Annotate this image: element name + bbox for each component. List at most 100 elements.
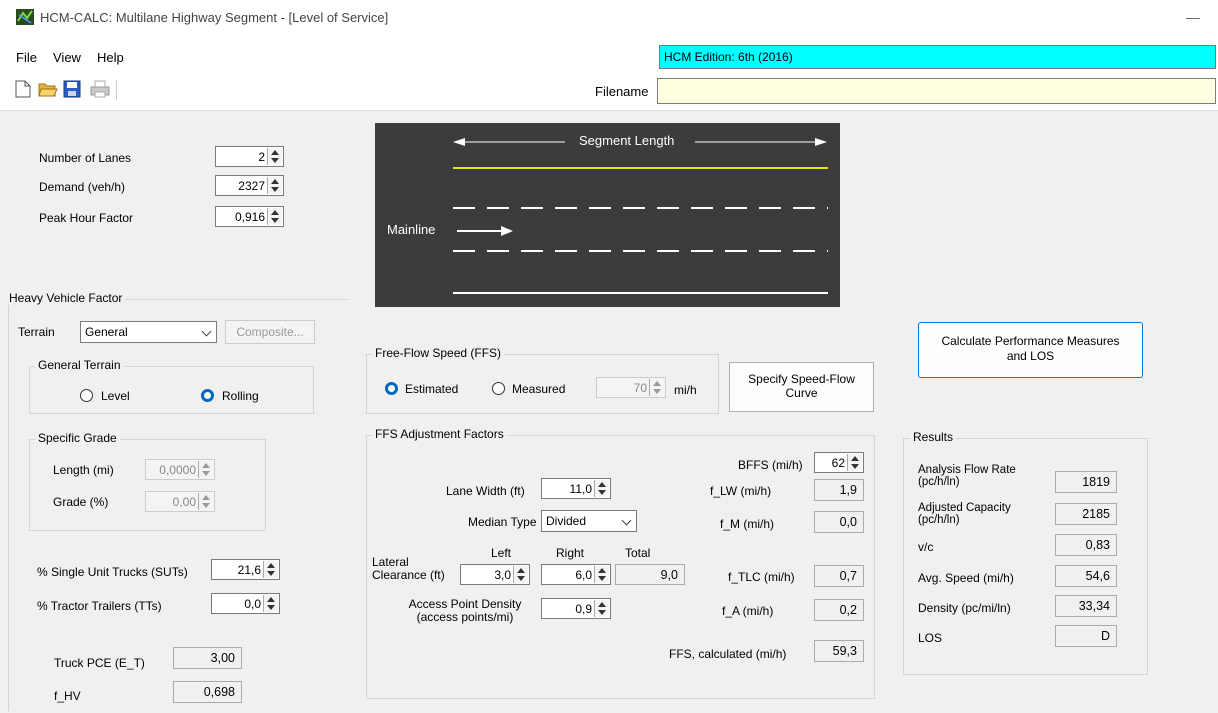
lanes-spinner[interactable]: 2 xyxy=(215,146,284,167)
median-type-label: Median Type xyxy=(468,515,537,529)
density-label: Density (pc/mi/ln) xyxy=(918,601,1011,615)
fm-value: 0,0 xyxy=(814,511,864,533)
estimated-label[interactable]: Estimated xyxy=(405,382,458,396)
grade-length-label: Length (mi) xyxy=(53,463,114,477)
pce-label: Truck PCE (E_T) xyxy=(54,656,145,670)
grade-length-spin-buttons[interactable] xyxy=(198,461,213,478)
segment-length-label: Segment Length xyxy=(579,133,675,148)
rolling-radio[interactable] xyxy=(201,389,214,402)
terrain-select[interactable]: General xyxy=(80,321,217,343)
menu-help[interactable]: Help xyxy=(97,50,124,65)
composite-button[interactable]: Composite... xyxy=(225,320,315,344)
minimize-button[interactable]: — xyxy=(1178,6,1208,28)
measured-ffs-spin-buttons[interactable] xyxy=(649,379,664,396)
avg-speed-value: 54,6 xyxy=(1055,565,1117,587)
phf-spinner[interactable]: 0,916 xyxy=(215,206,284,227)
save-icon[interactable] xyxy=(63,80,81,98)
level-radio[interactable] xyxy=(80,389,93,402)
right-clearance-spinner[interactable]: 6,0 xyxy=(541,564,611,585)
bffs-spinner[interactable]: 62 xyxy=(814,452,864,473)
demand-spinner[interactable]: 2327 xyxy=(215,175,284,196)
measured-label[interactable]: Measured xyxy=(512,382,565,396)
demand-label: Demand (veh/h) xyxy=(39,180,126,194)
estimated-radio[interactable] xyxy=(385,382,398,395)
access-point-spinner[interactable]: 0,9 xyxy=(541,598,611,619)
flw-label: f_LW (mi/h) xyxy=(710,484,772,498)
level-label[interactable]: Level xyxy=(101,389,130,403)
window-title: HCM-CALC: Multilane Highway Segment - [L… xyxy=(40,10,389,25)
measured-ffs-value: 70 xyxy=(633,381,647,395)
lanes-spin-buttons[interactable] xyxy=(267,148,282,165)
grade-pct-spinner[interactable]: 0,00 xyxy=(145,491,215,512)
new-file-icon[interactable] xyxy=(15,80,31,98)
tt-value: 0,0 xyxy=(244,597,261,611)
tt-spinner[interactable]: 0,0 xyxy=(211,593,280,614)
sut-spin-buttons[interactable] xyxy=(263,561,278,578)
app-icon xyxy=(16,9,34,25)
lane-width-spinner[interactable]: 11,0 xyxy=(541,478,611,499)
open-folder-icon[interactable] xyxy=(38,80,58,98)
median-type-select[interactable]: Divided xyxy=(541,510,637,532)
ftlc-value: 0,7 xyxy=(814,565,864,587)
grade-length-spinner[interactable]: 0,0000 xyxy=(145,459,215,480)
title-bar: HCM-CALC: Multilane Highway Segment - [L… xyxy=(0,0,1218,42)
chevron-down-icon xyxy=(621,515,632,526)
measured-ffs-spinner[interactable]: 70 xyxy=(596,377,666,398)
fhv-label: f_HV xyxy=(54,689,81,703)
right-label: Right xyxy=(556,546,585,560)
filename-field[interactable] xyxy=(657,78,1216,104)
tt-spin-buttons[interactable] xyxy=(263,595,278,612)
phf-label: Peak Hour Factor xyxy=(39,211,134,225)
left-clearance-spinner[interactable]: 3,0 xyxy=(460,564,530,585)
grade-pct-label: Grade (%) xyxy=(53,495,109,509)
filename-label: Filename xyxy=(595,84,649,99)
access-point-spin-buttons[interactable] xyxy=(594,600,609,617)
vc-value: 0,83 xyxy=(1055,534,1117,556)
ffs-adjustment-title: FFS Adjustment Factors xyxy=(372,427,507,441)
tt-label: % Tractor Trailers (TTs) xyxy=(37,599,162,613)
left-label: Left xyxy=(491,546,512,560)
access-point-value: 0,9 xyxy=(575,602,592,616)
specific-grade-group xyxy=(29,439,266,531)
demand-value: 2327 xyxy=(238,179,265,193)
density-value: 33,34 xyxy=(1055,595,1117,617)
calculate-button[interactable]: Calculate Performance Measures and LOS xyxy=(918,322,1143,378)
los-label: LOS xyxy=(918,631,943,645)
right-clearance-spin-buttons[interactable] xyxy=(594,566,609,583)
demand-spin-buttons[interactable] xyxy=(267,177,282,194)
results-title: Results xyxy=(910,430,957,444)
ffs-calculated-value: 59,3 xyxy=(814,640,864,662)
specific-grade-title: Specific Grade xyxy=(35,431,120,445)
grade-length-value: 0,0000 xyxy=(159,463,196,477)
sut-spinner[interactable]: 21,6 xyxy=(211,559,280,580)
rolling-label[interactable]: Rolling xyxy=(222,389,259,403)
lane-width-spin-buttons[interactable] xyxy=(594,480,609,497)
bffs-spin-buttons[interactable] xyxy=(847,454,862,471)
fhv-value: 0,698 xyxy=(173,681,242,703)
lanes-value: 2 xyxy=(258,150,265,164)
menu-file[interactable]: File xyxy=(16,50,37,65)
sut-label: % Single Unit Trucks (SUTs) xyxy=(37,565,188,579)
fa-label: f_A (mi/h) xyxy=(722,604,774,618)
access-point-label: Access Point Density (access points/mi) xyxy=(408,597,522,624)
general-terrain-title: General Terrain xyxy=(35,358,124,372)
phf-spin-buttons[interactable] xyxy=(267,208,282,225)
speed-flow-curve-button[interactable]: Specify Speed-Flow Curve xyxy=(729,362,874,412)
toolbar-separator xyxy=(116,80,117,100)
mainline-label: Mainline xyxy=(387,222,436,237)
menu-view[interactable]: View xyxy=(53,50,81,65)
ffs-title: Free-Flow Speed (FFS) xyxy=(372,346,505,360)
chevron-down-icon xyxy=(201,326,212,337)
vc-label: v/c xyxy=(918,540,934,554)
los-value: D xyxy=(1055,625,1117,647)
bffs-label: BFFS (mi/h) xyxy=(738,458,803,472)
lane-width-label: Lane Width (ft) xyxy=(446,484,525,498)
left-clearance-spin-buttons[interactable] xyxy=(513,566,528,583)
print-icon[interactable] xyxy=(90,80,110,98)
grade-pct-spin-buttons[interactable] xyxy=(198,493,213,510)
measured-radio[interactable] xyxy=(492,382,505,395)
avg-speed-label: Avg. Speed (mi/h) xyxy=(918,571,1014,585)
median-type-value: Divided xyxy=(546,514,587,528)
total-clearance-value: 9,0 xyxy=(615,564,685,585)
flw-value: 1,9 xyxy=(814,479,864,501)
